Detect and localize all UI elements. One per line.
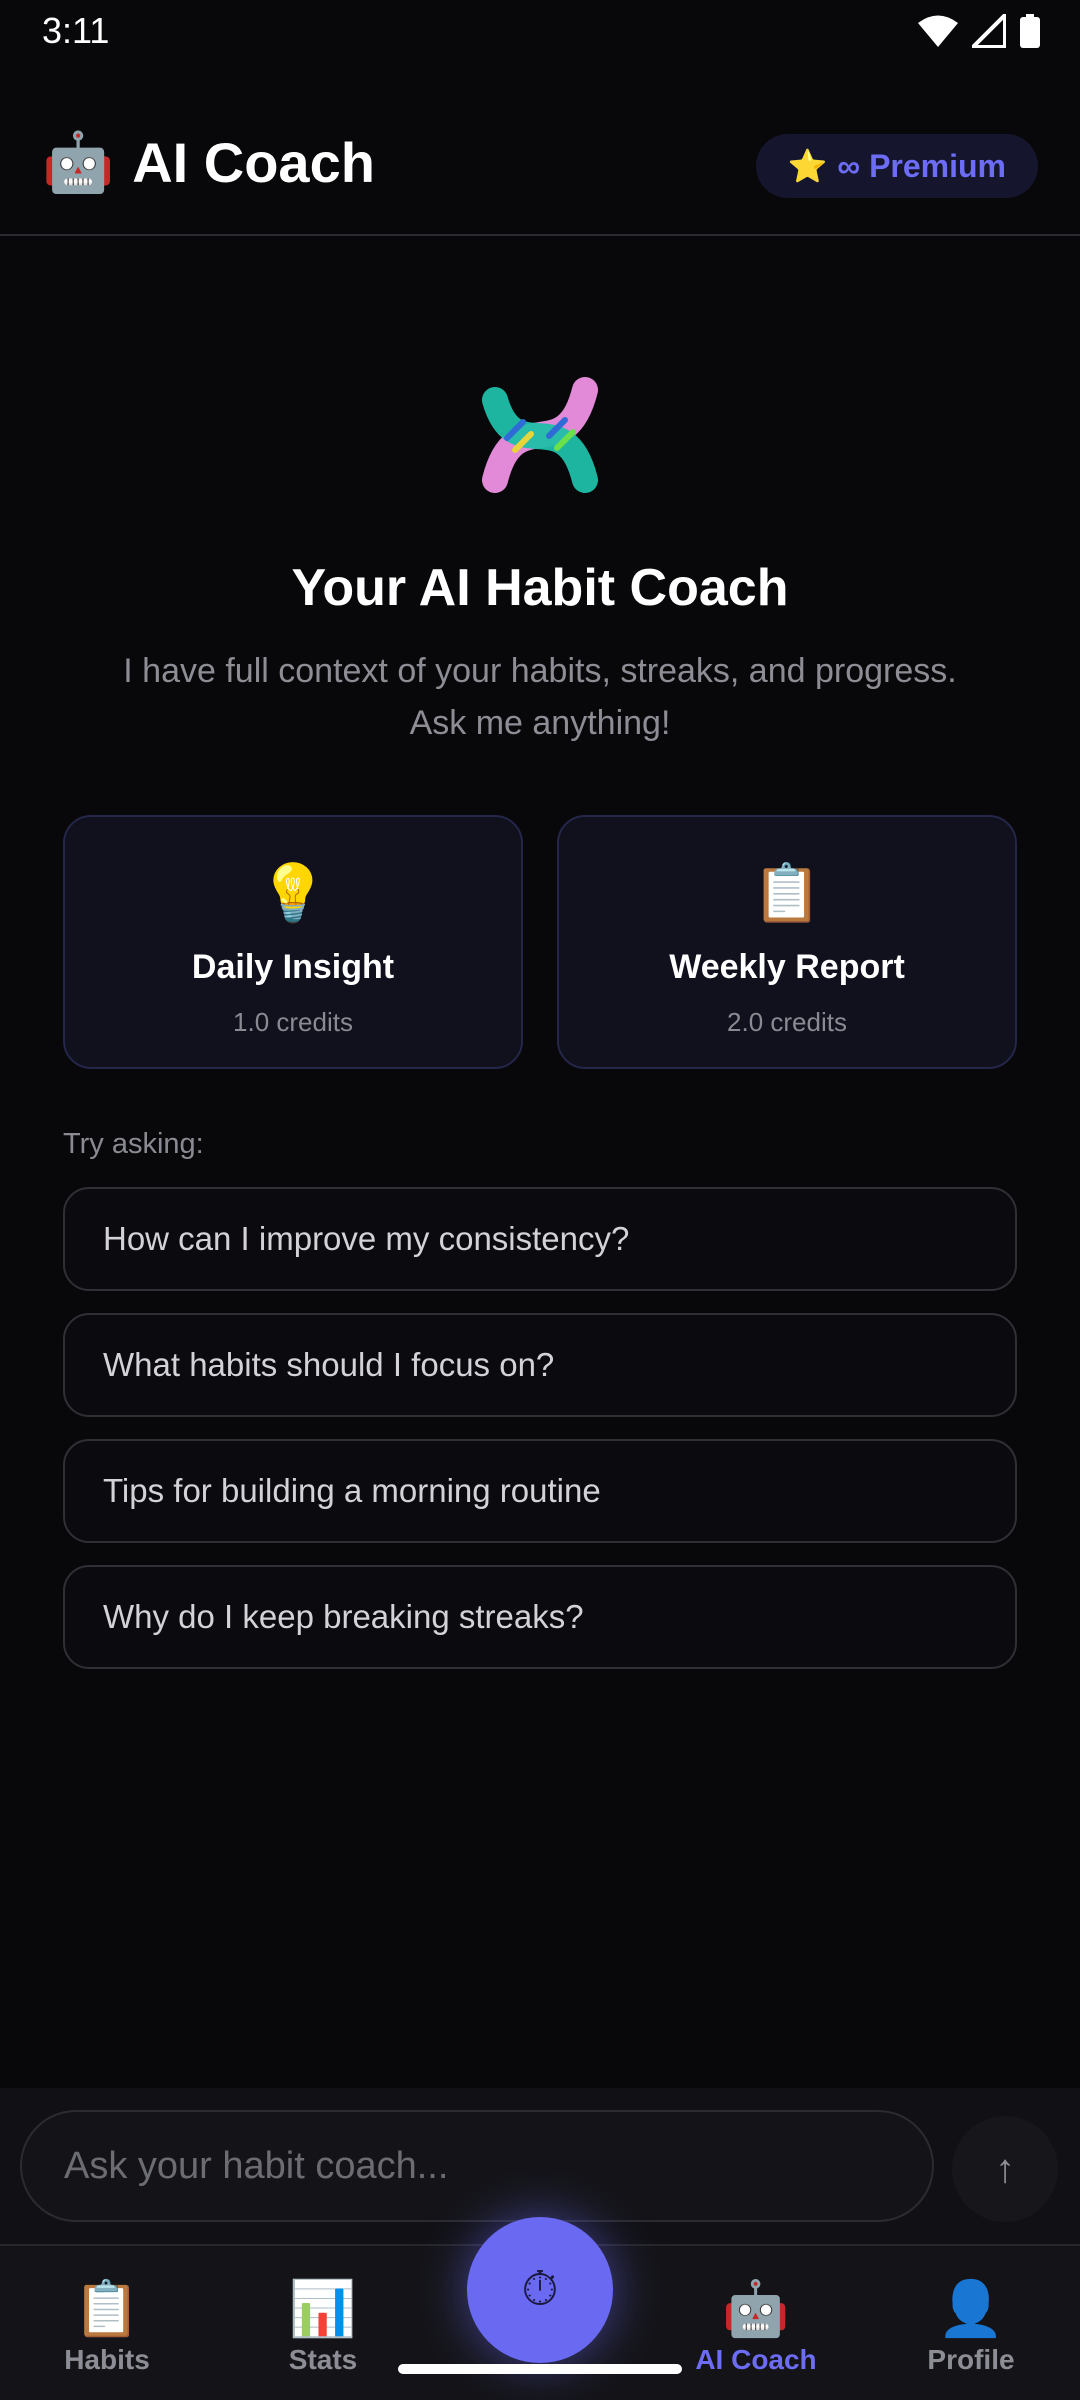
nav-label: AI Coach	[695, 2344, 817, 2375]
weekly-report-card[interactable]: 📋 Weekly Report 2.0 credits	[557, 815, 1017, 1069]
premium-label: ∞ Premium	[837, 147, 1006, 184]
nav-label: Profile	[927, 2344, 1015, 2375]
hero-subtitle: I have full context of your habits, stre…	[60, 645, 1020, 749]
status-bar: 3:11	[0, 0, 1080, 62]
daily-insight-card[interactable]: 💡 Daily Insight 1.0 credits	[63, 815, 523, 1069]
hero-title: Your AI Habit Coach	[291, 559, 789, 617]
card-credits: 1.0 credits	[233, 1007, 353, 1037]
card-title: Weekly Report	[669, 948, 905, 986]
hero-subtitle-line-2: Ask me anything!	[409, 704, 671, 742]
dna-icon	[482, 377, 598, 493]
nav-item-ai-coach[interactable]: 🤖 AI Coach	[666, 2282, 846, 2376]
suggestion-chip[interactable]: Tips for building a morning routine	[63, 1439, 1017, 1543]
robot-icon: 🤖	[42, 129, 115, 195]
robot-icon: 🤖	[722, 2279, 790, 2339]
card-credits: 2.0 credits	[727, 1007, 847, 1037]
suggestion-chip[interactable]: What habits should I focus on?	[63, 1313, 1017, 1417]
page-title-text: AI Coach	[132, 131, 375, 194]
card-title: Daily Insight	[191, 948, 395, 986]
wifi-icon	[918, 15, 958, 47]
suggestion-chip[interactable]: Why do I keep breaking streaks?	[63, 1565, 1017, 1669]
premium-badge[interactable]: ⭐ ∞ Premium	[755, 134, 1038, 198]
app-header: 🤖 AI Coach ⭐ ∞ Premium	[0, 110, 1080, 236]
nav-item-habits[interactable]: 📋 Habits	[17, 2282, 197, 2376]
clipboard-icon: 📋	[752, 861, 822, 924]
home-indicator[interactable]	[398, 2364, 682, 2374]
nav-item-stats[interactable]: 📊 Stats	[233, 2282, 413, 2376]
try-asking-label: Try asking:	[63, 1128, 204, 1160]
page-title: 🤖 AI Coach	[42, 130, 375, 195]
nav-label: Stats	[288, 2344, 358, 2375]
star-icon: ⭐	[787, 148, 828, 184]
arrow-up-icon: ↑	[995, 2146, 1015, 2191]
person-icon: 👤	[937, 2279, 1005, 2339]
screen: 3:11 🤖 AI Coach ⭐ ∞ Premium Your AI Habi…	[0, 0, 1080, 2400]
signal-icon	[972, 14, 1006, 48]
nav-label: Habits	[64, 2344, 150, 2375]
bar-chart-icon: 📊	[289, 2279, 357, 2339]
chat-input[interactable]	[20, 2110, 934, 2222]
lightbulb-icon: 💡	[258, 861, 328, 924]
status-icons	[918, 14, 1040, 48]
battery-icon	[1020, 14, 1040, 48]
stopwatch-icon: ⏱	[521, 2263, 559, 2316]
status-time: 3:11	[42, 10, 110, 51]
clipboard-icon: 📋	[73, 2279, 141, 2339]
timer-button[interactable]: ⏱	[467, 2217, 613, 2363]
hero-subtitle-line-1: I have full context of your habits, stre…	[123, 652, 957, 690]
suggestion-chip[interactable]: How can I improve my consistency?	[63, 1187, 1017, 1291]
nav-item-profile[interactable]: 👤 Profile	[881, 2282, 1061, 2376]
send-button[interactable]: ↑	[952, 2116, 1058, 2222]
